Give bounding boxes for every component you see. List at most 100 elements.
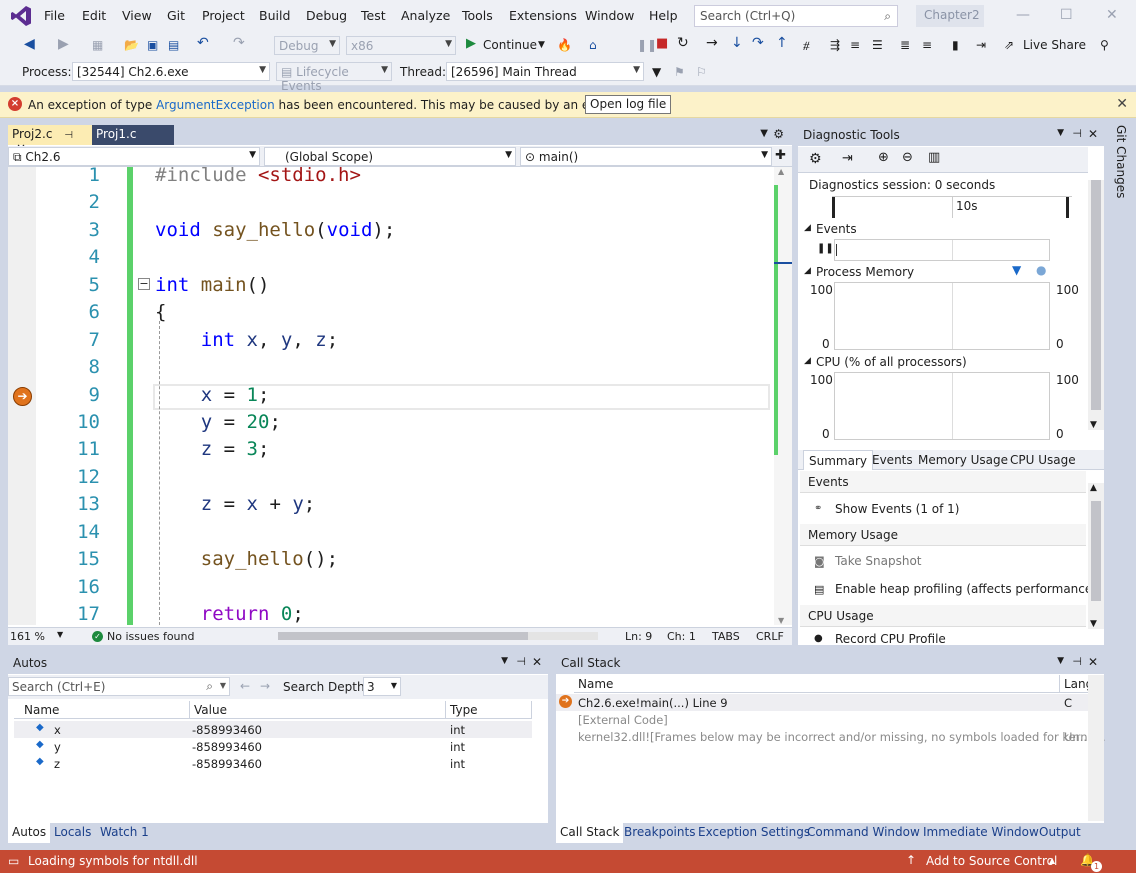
collapse-triangle-icon[interactable]: ◢	[804, 223, 811, 233]
collapse-triangle-icon[interactable]: ◢	[804, 266, 811, 276]
editor-vertical-scrollbar[interactable]: ▲ ▼	[774, 167, 792, 625]
continue-button[interactable]: Continue	[483, 38, 537, 52]
menu-build[interactable]: Build	[259, 8, 290, 23]
scroll-thumb[interactable]	[1091, 180, 1101, 410]
thread-select[interactable]: [26596] Main Thread ▼	[446, 62, 644, 81]
uncomment-icon[interactable]: ≡	[922, 38, 932, 52]
git-changes-side-tab[interactable]: Git Changes	[1108, 125, 1136, 325]
zoom-level[interactable]: 161 %	[10, 630, 45, 643]
live-share-button[interactable]: Live Share	[1023, 38, 1086, 52]
callstack-scrollbar[interactable]	[1088, 675, 1104, 821]
comment-icon[interactable]: ≣	[900, 38, 910, 52]
tab-watch-1[interactable]: Watch 1	[96, 823, 153, 843]
menu-git[interactable]: Git	[167, 8, 185, 23]
code-area[interactable]: ➔ 1 2 3 4 5 6 7 8 9 10 11 12 13 14 15 16…	[8, 167, 784, 625]
window-position-icon[interactable]: ▼	[1057, 656, 1064, 666]
settings-gear-icon[interactable]: ⚙	[809, 151, 822, 167]
show-events-link[interactable]: Show Events (1 of 1)	[835, 502, 959, 516]
tab-exception-settings[interactable]: Exception Settings	[694, 823, 814, 843]
zoom-in-icon[interactable]: ⊕	[878, 150, 889, 165]
visual-studio-logo-icon[interactable]	[10, 5, 32, 27]
new-project-icon[interactable]: ▦	[92, 38, 103, 52]
navigate-back-icon[interactable]: ◀	[24, 36, 35, 52]
tab-cpu-usage[interactable]: CPU Usage	[1010, 453, 1076, 467]
settings-gear-icon[interactable]: ⚙	[773, 127, 784, 141]
callstack-col-name[interactable]: Name	[574, 675, 1060, 693]
tab-autos[interactable]: Autos	[8, 823, 51, 843]
zoom-out-icon[interactable]: ⊖	[902, 150, 913, 165]
filter-icon[interactable]: ▼	[652, 65, 661, 79]
add-to-source-control-button[interactable]: Add to Source Control	[926, 854, 1057, 868]
align-icon[interactable]: ☰	[872, 38, 883, 52]
tab-proj2[interactable]: Proj2.c ⊣ ×	[8, 125, 92, 155]
feedback-icon[interactable]: ⚲	[1100, 38, 1109, 52]
platform-select[interactable]: x86 ▼	[346, 36, 456, 55]
hex-display-icon[interactable]: ⧣	[803, 38, 810, 53]
menu-analyze[interactable]: Analyze	[401, 8, 450, 23]
process-select[interactable]: [32544] Ch2.6.exe ▼	[72, 62, 270, 81]
lifecycle-events-select[interactable]: ▤ Lifecycle Events ▼	[276, 62, 392, 93]
scroll-thumb[interactable]	[1091, 501, 1101, 601]
project-nav-select[interactable]: ⧉ Ch2.6 ▼	[8, 147, 260, 166]
split-window-icon[interactable]: ✚	[775, 148, 786, 163]
reset-view-icon[interactable]: ▥	[928, 150, 940, 165]
autos-row-value[interactable]: -858993460	[192, 757, 262, 771]
pin-icon[interactable]: ⊣	[516, 655, 526, 668]
undo-icon[interactable]: ↶	[197, 35, 209, 51]
break-all-icon[interactable]: ❚❚	[637, 38, 657, 52]
menu-window[interactable]: Window	[585, 8, 634, 23]
redo-icon[interactable]: ↷	[233, 35, 245, 51]
tab-memory-usage[interactable]: Memory Usage	[918, 453, 1008, 467]
take-snapshot-button[interactable]: Take Snapshot	[835, 554, 922, 568]
pause-icon[interactable]: ❚❚	[817, 243, 834, 254]
step-into-icon[interactable]: ↓	[731, 35, 743, 51]
window-position-icon[interactable]: ▼	[501, 656, 508, 666]
menu-view[interactable]: View	[122, 8, 152, 23]
menu-project[interactable]: Project	[202, 8, 245, 23]
autos-col-type[interactable]: Type	[446, 701, 532, 719]
source-control-chevron-icon[interactable]: ▲	[1049, 856, 1055, 865]
open-file-icon[interactable]: 📂	[124, 38, 139, 52]
member-nav-select[interactable]: ⊙ main() ▼	[520, 147, 772, 166]
close-pane-icon[interactable]: ✕	[532, 655, 542, 669]
pin-icon[interactable]: ⊣	[1072, 655, 1082, 668]
show-next-statement-icon[interactable]: →	[706, 35, 718, 51]
tab-summary[interactable]: Summary	[803, 450, 873, 470]
pin-icon[interactable]: ⊣	[1072, 127, 1082, 140]
exception-type-link[interactable]: ArgumentException	[156, 98, 275, 112]
issues-status[interactable]: No issues found	[107, 630, 194, 643]
export-icon[interactable]: ⇥	[842, 151, 853, 166]
timeline-start-marker[interactable]	[832, 197, 835, 218]
continue-dropdown-icon[interactable]: ▼	[538, 40, 545, 50]
tab-list-icon[interactable]: ▼	[760, 128, 768, 139]
hot-reload-icon[interactable]: 🔥	[557, 38, 572, 52]
close-window-icon[interactable]: ✕	[1106, 7, 1118, 23]
scroll-up-icon[interactable]: ▲	[1090, 483, 1097, 493]
tab-locals[interactable]: Locals	[50, 823, 95, 843]
close-pane-icon[interactable]: ✕	[1088, 655, 1098, 669]
menu-test[interactable]: Test	[361, 8, 386, 23]
search-back-icon[interactable]: ←	[240, 679, 250, 693]
save-all-icon[interactable]: ▤	[168, 38, 179, 52]
search-forward-icon[interactable]: →	[260, 679, 270, 693]
tab-immediate-window[interactable]: Immediate Window	[919, 823, 1043, 843]
menu-extensions[interactable]: Extensions	[509, 8, 577, 23]
tab-command-window[interactable]: Command Window	[803, 823, 924, 843]
window-position-icon[interactable]: ▼	[1057, 128, 1064, 138]
step-over-icon[interactable]: ↷	[752, 35, 764, 51]
maximize-icon[interactable]: ☐	[1060, 7, 1073, 23]
open-log-file-button[interactable]: Open log file	[585, 95, 672, 114]
scroll-down-icon[interactable]: ▼	[1090, 619, 1097, 629]
timeline-end-marker[interactable]	[1066, 197, 1069, 218]
pin-icon[interactable]: ⊣	[64, 130, 73, 141]
minimize-icon[interactable]: —	[1016, 7, 1030, 23]
collapse-triangle-icon[interactable]: ◢	[804, 356, 811, 366]
tab-events[interactable]: Events	[872, 453, 913, 467]
scroll-down-icon[interactable]: ▼	[778, 616, 784, 625]
search-input[interactable]: Search (Ctrl+Q) ⌕	[694, 5, 898, 27]
close-info-bar-icon[interactable]: ✕	[1116, 96, 1128, 112]
scroll-down-icon[interactable]: ▼	[1090, 420, 1097, 430]
menu-help[interactable]: Help	[649, 8, 678, 23]
autos-row-value[interactable]: -858993460	[192, 740, 262, 754]
tab-proj1[interactable]: Proj1.c	[92, 125, 174, 145]
